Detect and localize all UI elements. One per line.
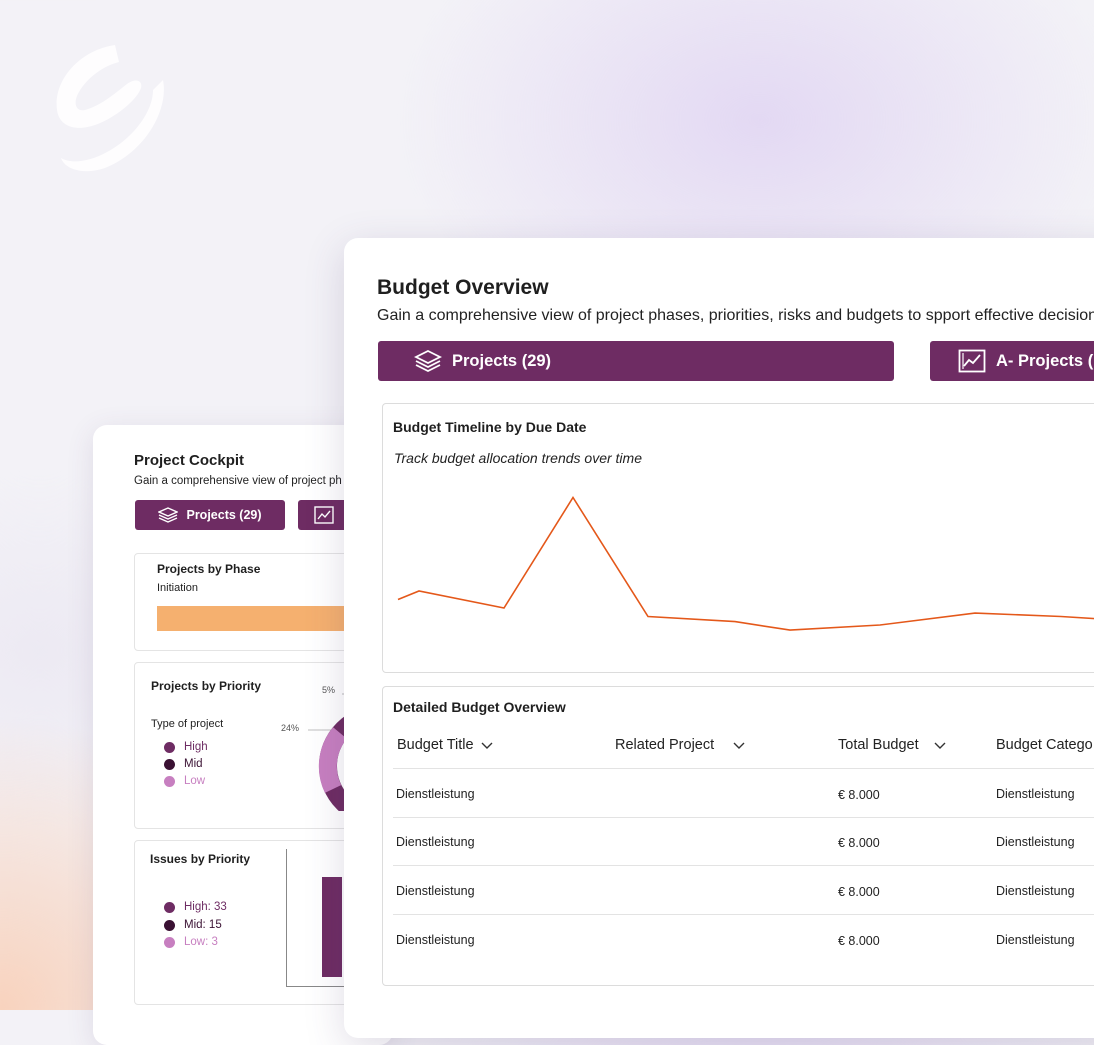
cockpit-projects-button[interactable]: Projects (29)	[135, 500, 285, 530]
budget-overview-card: Budget Overview Gain a comprehensive vie…	[344, 238, 1094, 1038]
cell-budget-category: Dienstleistung	[996, 884, 1075, 898]
column-header-budget-title[interactable]: Budget Title	[397, 737, 494, 753]
legend-label: Mid: 15	[184, 919, 222, 931]
table-divider	[393, 768, 1094, 769]
cell-total-budget: € 8.000	[838, 934, 880, 948]
a-projects-button-label: A- Projects (	[996, 351, 1094, 370]
legend-dot	[164, 936, 175, 948]
phase-panel-title: Projects by Phase	[157, 562, 261, 576]
cell-budget-category: Dienstleistung	[996, 787, 1075, 801]
brand-logo-icon	[56, 45, 164, 172]
cockpit-projects-label: Projects (29)	[186, 508, 262, 522]
cockpit-title: Project Cockpit	[134, 452, 245, 469]
table-title: Detailed Budget Overview	[393, 699, 566, 715]
cell-total-budget: € 8.000	[838, 836, 880, 850]
cockpit-subtitle: Gain a comprehensive view of project ph	[134, 475, 342, 487]
table-divider	[393, 817, 1094, 818]
chart-icon	[314, 506, 334, 524]
legend-label: Mid	[184, 758, 203, 770]
legend-label: High: 33	[184, 901, 227, 913]
page-title: Budget Overview	[377, 276, 549, 299]
legend-item-high: High: 33	[164, 901, 227, 913]
a-projects-button[interactable]: A- Projects (	[930, 341, 1094, 381]
page-subtitle: Gain a comprehensive view of project pha…	[377, 307, 1094, 324]
legend-item-mid: Mid: 15	[164, 919, 222, 931]
legend-label: Low	[184, 775, 206, 787]
legend-item-low: Low: 3	[164, 936, 218, 948]
projects-button-label: Projects (29)	[452, 351, 552, 370]
phase-label-initiation: Initiation	[157, 582, 198, 594]
table-divider	[393, 865, 1094, 866]
detailed-budget-panel: Detailed Budget Overview Budget Title Re…	[382, 686, 1094, 986]
legend-item-low: Low	[164, 775, 205, 787]
layers-icon	[414, 349, 442, 373]
donut-pct-label: 24%	[281, 723, 300, 733]
layers-icon	[158, 507, 179, 523]
cell-budget-title: Dienstleistung	[396, 933, 475, 947]
legend-dot	[164, 919, 175, 931]
legend-dot	[164, 741, 175, 753]
column-header-total-budget[interactable]: Total Budget	[838, 737, 947, 753]
legend-dot	[164, 901, 175, 913]
chart-icon	[958, 349, 986, 373]
budget-timeline-panel: Budget Timeline by Due Date Track budget…	[382, 403, 1094, 673]
timeline-title: Budget Timeline by Due Date	[393, 419, 587, 435]
cell-total-budget: € 8.000	[838, 885, 880, 899]
issues-bar-high	[322, 877, 342, 977]
projects-button[interactable]: Projects (29)	[378, 341, 894, 381]
legend-item-high: High	[164, 741, 208, 753]
column-header-label: Budget Title	[397, 737, 474, 753]
legend-label: Low: 3	[184, 936, 218, 948]
issues-panel-title: Issues by Priority	[150, 852, 251, 866]
cell-budget-category: Dienstleistung	[996, 835, 1075, 849]
legend-dot	[164, 758, 175, 770]
cell-budget-title: Dienstleistung	[396, 884, 475, 898]
chevron-down-icon	[733, 742, 745, 749]
column-header-budget-category[interactable]: Budget Catego	[996, 737, 1093, 753]
issues-axis-y	[286, 849, 287, 987]
legend-item-mid: Mid	[164, 758, 203, 770]
cell-budget-title: Dienstleistung	[396, 787, 475, 801]
column-header-label: Related Project	[615, 737, 715, 753]
budget-timeline-chart	[397, 495, 1094, 631]
cell-budget-category: Dienstleistung	[996, 933, 1075, 947]
chevron-down-icon	[481, 742, 493, 749]
priority-legend-title: Type of project	[151, 718, 224, 730]
column-header-label: Total Budget	[838, 737, 919, 753]
legend-dot	[164, 775, 175, 787]
table-divider	[393, 914, 1094, 915]
cell-budget-title: Dienstleistung	[396, 835, 475, 849]
legend-label: High	[184, 741, 208, 753]
timeline-series-line	[397, 495, 1094, 631]
chevron-down-icon	[934, 742, 946, 749]
priority-panel-title: Projects by Priority	[151, 679, 262, 693]
column-header-related-project[interactable]: Related Project	[615, 737, 746, 753]
cell-total-budget: € 8.000	[838, 788, 880, 802]
column-header-label: Budget Catego	[996, 737, 1093, 753]
